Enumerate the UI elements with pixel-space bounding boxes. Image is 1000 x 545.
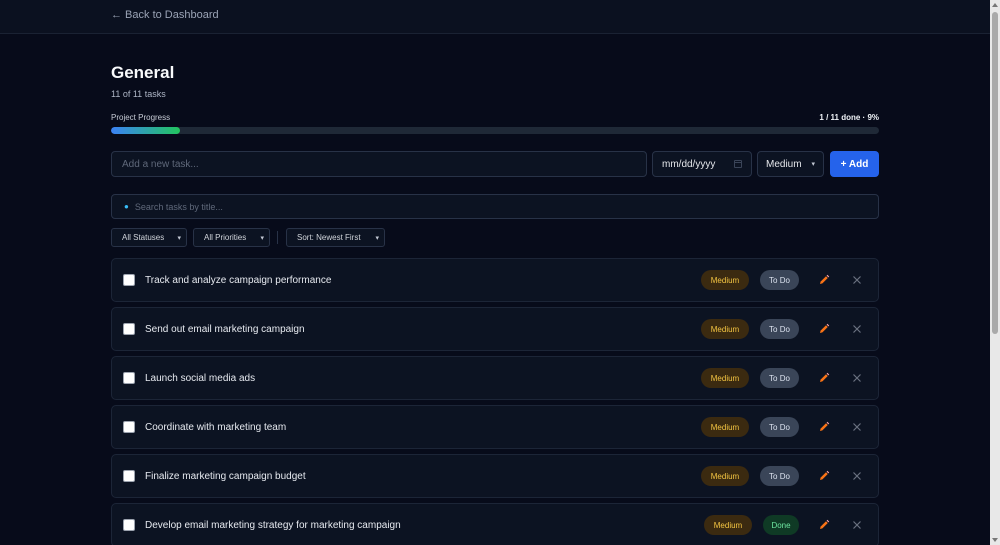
back-to-dashboard-link[interactable]: ← Back to Dashboard [111, 9, 219, 21]
task-checkbox[interactable] [123, 274, 135, 286]
scroll-up-icon[interactable] [992, 3, 998, 7]
filter-divider [277, 231, 278, 244]
task-row: Finalize marketing campaign budget Mediu… [111, 454, 879, 498]
close-icon[interactable] [851, 323, 863, 335]
priority-badge: Medium [701, 417, 749, 437]
priority-badge: Medium [701, 466, 749, 486]
sort-select-value: Sort: Newest First [297, 233, 361, 242]
task-checkbox[interactable] [123, 519, 135, 531]
page-title: General [111, 63, 175, 82]
progress-stats: 1 / 11 done · 9% [819, 113, 879, 122]
task-title: Launch social media ads [145, 372, 256, 384]
priority-select[interactable]: Medium ▾ [757, 151, 824, 177]
add-task-button[interactable]: + Add [830, 151, 879, 177]
scrollbar[interactable] [990, 0, 1000, 545]
search-icon: ● [124, 202, 129, 211]
status-filter-value: All Statuses [122, 233, 165, 242]
chevron-down-icon: ▾ [811, 161, 815, 168]
status-filter-select[interactable]: All Statuses ▾ [111, 228, 187, 247]
priority-badge: Medium [701, 319, 749, 339]
priority-badge: Medium [701, 270, 749, 290]
scroll-down-icon[interactable] [992, 538, 998, 542]
task-count: 11 of 11 tasks [111, 89, 166, 99]
priority-select-value: Medium [766, 158, 802, 170]
task-row: Send out email marketing campaign Medium… [111, 307, 879, 351]
priority-filter-select[interactable]: All Priorities ▾ [193, 228, 270, 247]
scrollbar-thumb[interactable] [992, 12, 998, 334]
task-checkbox[interactable] [123, 421, 135, 433]
task-row: Track and analyze campaign performance M… [111, 258, 879, 302]
close-icon[interactable] [851, 470, 863, 482]
status-badge[interactable]: Done [763, 515, 799, 535]
chevron-down-icon: ▾ [260, 234, 264, 242]
progress-label: Project Progress [111, 113, 171, 122]
close-icon[interactable] [851, 274, 863, 286]
task-checkbox[interactable] [123, 323, 135, 335]
chevron-down-icon: ▾ [177, 234, 181, 242]
task-checkbox[interactable] [123, 372, 135, 384]
new-task-placeholder: Add a new task... [122, 158, 199, 170]
close-icon[interactable] [851, 519, 863, 531]
priority-badge: Medium [704, 515, 752, 535]
task-checkbox[interactable] [123, 470, 135, 482]
pencil-icon[interactable] [817, 273, 831, 287]
search-placeholder: Search tasks by title... [134, 201, 223, 212]
status-badge[interactable]: To Do [760, 270, 799, 290]
close-icon[interactable] [851, 372, 863, 384]
task-title: Send out email marketing campaign [145, 323, 305, 335]
pencil-icon[interactable] [817, 322, 831, 336]
status-badge[interactable]: To Do [760, 466, 799, 486]
pencil-icon[interactable] [817, 518, 831, 532]
status-badge[interactable]: To Do [760, 417, 799, 437]
task-row: Develop email marketing strategy for mar… [111, 503, 879, 545]
due-date-input[interactable]: mm/dd/yyyy [652, 151, 752, 177]
progress-bar [111, 127, 879, 134]
sort-select[interactable]: Sort: Newest First ▾ [286, 228, 385, 247]
task-row: Launch social media ads Medium To Do [111, 356, 879, 400]
progress-bar-fill [111, 127, 181, 134]
top-bar: ← Back to Dashboard [0, 0, 990, 34]
close-icon[interactable] [851, 421, 863, 433]
due-date-value: mm/dd/yyyy [662, 158, 716, 170]
pencil-icon[interactable] [817, 420, 831, 434]
priority-filter-value: All Priorities [204, 233, 247, 242]
pencil-icon[interactable] [817, 469, 831, 483]
task-title: Coordinate with marketing team [145, 421, 287, 433]
status-badge[interactable]: To Do [760, 368, 799, 388]
search-input[interactable]: ● Search tasks by title... [111, 194, 879, 219]
task-title: Track and analyze campaign performance [145, 274, 332, 286]
task-row: Coordinate with marketing team Medium To… [111, 405, 879, 449]
task-title: Develop email marketing strategy for mar… [145, 519, 401, 531]
chevron-down-icon: ▾ [375, 234, 379, 242]
new-task-input[interactable]: Add a new task... [111, 151, 647, 177]
priority-badge: Medium [701, 368, 749, 388]
pencil-icon[interactable] [817, 371, 831, 385]
calendar-icon[interactable] [734, 160, 742, 168]
status-badge[interactable]: To Do [760, 319, 799, 339]
task-title: Finalize marketing campaign budget [145, 470, 306, 482]
